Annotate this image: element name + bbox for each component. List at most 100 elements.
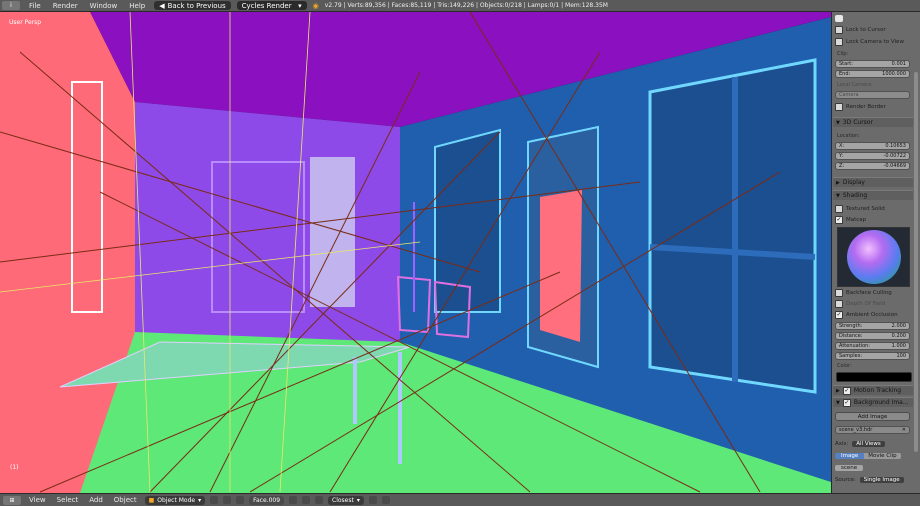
axis-row: Axis: All Views — [835, 440, 911, 448]
ao-attenuation-field[interactable]: Attenuation: 1.000 — [835, 342, 910, 350]
render-icon[interactable] — [381, 496, 390, 504]
render-border-toggle[interactable]: Render Border — [835, 103, 911, 111]
cursor-z-label: Z: — [839, 163, 845, 169]
render-border-label: Render Border — [846, 104, 886, 110]
motion-tracking-title: Motion Tracking — [853, 387, 902, 394]
ao-strength-field[interactable]: Strength: 2.000 — [835, 322, 910, 330]
axis-label: Axis: — [835, 441, 849, 447]
cursor-x-field[interactable]: X: 0.10653 — [835, 142, 910, 150]
cursor-z-field[interactable]: Z: -0.04669 — [835, 162, 910, 170]
back-to-previous-button[interactable]: ◀ Back to Previous — [154, 1, 231, 10]
clip-end-field[interactable]: End: 1000.000 — [835, 70, 910, 78]
proportional-edit-icon[interactable] — [368, 496, 377, 504]
panel-header-background-images[interactable]: ▼ ✓ Background Ima... — [833, 397, 913, 407]
snap-icon[interactable] — [315, 496, 324, 504]
depth-of-field-toggle[interactable]: Depth Of Field — [835, 300, 911, 308]
background-images-checkbox[interactable]: ✓ — [842, 398, 851, 407]
lock-to-cursor-toggle[interactable]: Lock to Cursor — [835, 26, 911, 34]
menu-add[interactable]: Add — [86, 496, 106, 504]
textured-solid-checkbox[interactable] — [835, 205, 843, 213]
textured-solid-toggle[interactable]: Textured Solid — [835, 205, 911, 213]
menu-render[interactable]: Render — [50, 2, 81, 10]
object-mode-icon: ■ — [148, 496, 155, 504]
matcap-checkbox[interactable]: ✓ — [835, 216, 843, 224]
menu-view[interactable]: View — [26, 496, 49, 504]
depth-of-field-checkbox[interactable] — [835, 300, 843, 308]
render-engine-select[interactable]: Cycles Render ▾ — [236, 1, 307, 10]
movie-clip-tab[interactable]: Movie Clip — [864, 453, 901, 459]
snap-target-select[interactable]: Closest ▾ — [328, 495, 364, 505]
add-image-button[interactable]: Add Image — [835, 412, 910, 421]
matcap-preview[interactable] — [837, 227, 910, 287]
clip-start-value: 0.001 — [891, 61, 906, 67]
ambient-occlusion-checkbox[interactable]: ✓ — [835, 311, 843, 319]
mode-value: Object Mode — [157, 496, 196, 504]
chevron-down-icon: ▾ — [356, 496, 360, 504]
panel-header-motion-tracking[interactable]: ▶ ✓ Motion Tracking — [833, 385, 913, 395]
ambient-occlusion-toggle[interactable]: ✓ Ambient Occlusion — [835, 311, 911, 319]
pivot-point-icon[interactable] — [223, 496, 232, 504]
menu-window[interactable]: Window — [87, 2, 121, 10]
backface-culling-toggle[interactable]: Backface Culling — [835, 289, 911, 297]
curtain — [310, 157, 355, 307]
ao-color-label: Color: — [837, 363, 852, 369]
triangle-right-icon: ▶ — [836, 179, 840, 186]
cursor-panel-title: 3D Cursor — [842, 119, 873, 126]
source-label: Source: — [835, 477, 856, 483]
3d-viewport[interactable]: User Persp (1) — [0, 12, 831, 493]
axis-select[interactable]: All Views — [852, 441, 885, 447]
selected-object-value: Face.009 — [253, 496, 281, 504]
ao-attenuation-label: Attenuation: — [839, 343, 870, 349]
panel-header-shading[interactable]: ▼ Shading — [833, 190, 913, 200]
image-file-field[interactable]: scene — [835, 465, 864, 471]
clip-start-field[interactable]: Start: 0.001 — [835, 60, 910, 68]
ao-samples-label: Samples: — [839, 353, 863, 359]
background-image-entry[interactable]: scene_v3.hdr ✕ — [835, 426, 910, 434]
local-camera-field[interactable]: Camera — [835, 91, 910, 99]
render-engine-value: Cycles Render — [241, 1, 292, 10]
render-border-checkbox[interactable] — [835, 103, 843, 111]
display-panel-title: Display — [842, 179, 865, 186]
selected-object-field[interactable]: Face.009 — [249, 495, 285, 505]
source-type-tabs: Image Movie Clip — [835, 452, 911, 460]
frame-number-label: (1) — [10, 464, 19, 471]
viewport-shading-icon[interactable] — [210, 496, 219, 504]
image-tab[interactable]: Image — [835, 453, 865, 459]
lock-to-cursor-checkbox[interactable] — [835, 26, 843, 34]
back-to-previous-label: Back to Previous — [167, 1, 226, 10]
panel-header-3d-cursor[interactable]: ▼ 3D Cursor — [833, 117, 913, 127]
properties-shelf: Lock to Cursor Lock Camera to View Clip:… — [831, 12, 920, 493]
cursor-y-field[interactable]: Y: -0.00722 — [835, 152, 910, 160]
layers-icon[interactable] — [302, 496, 311, 504]
source-select[interactable]: Single Image — [859, 477, 904, 483]
editor-type-button[interactable]: i — [2, 1, 20, 10]
lock-camera-toggle[interactable]: Lock Camera to View — [835, 38, 911, 46]
layers-icon[interactable] — [289, 496, 298, 504]
motion-tracking-checkbox[interactable]: ✓ — [842, 386, 851, 395]
lock-camera-checkbox[interactable] — [835, 38, 843, 46]
ao-distance-value: 0.200 — [891, 333, 906, 339]
editor-type-button[interactable]: ⊞ — [3, 495, 21, 505]
close-icon[interactable]: ✕ — [902, 427, 906, 433]
lock-to-cursor-label: Lock to Cursor — [846, 27, 886, 33]
location-label: Location: — [837, 133, 860, 139]
panel-header-display[interactable]: ▶ Display — [833, 177, 913, 187]
matcap-sphere — [846, 230, 901, 284]
chevron-down-icon: ▾ — [198, 496, 202, 504]
menu-help[interactable]: Help — [126, 2, 148, 10]
mode-select[interactable]: ■ Object Mode ▾ — [144, 495, 206, 505]
cursor-y-value: -0.00722 — [883, 153, 906, 159]
image-file-row: scene — [835, 464, 911, 472]
menu-select[interactable]: Select — [54, 496, 82, 504]
menu-file[interactable]: File — [26, 2, 44, 10]
backface-culling-checkbox[interactable] — [835, 289, 843, 297]
manipulator-icon[interactable] — [236, 496, 245, 504]
menu-object[interactable]: Object — [111, 496, 140, 504]
triangle-right-icon: ▶ — [836, 387, 840, 394]
matcap-toggle[interactable]: ✓ Matcap — [835, 216, 911, 224]
shelf-scrollbar[interactable] — [914, 72, 918, 452]
camera-icon[interactable] — [835, 14, 843, 22]
ao-color-swatch[interactable] — [836, 372, 912, 382]
ao-distance-field[interactable]: Distance: 0.200 — [835, 332, 910, 340]
ao-samples-field[interactable]: Samples: 100 — [835, 352, 910, 360]
